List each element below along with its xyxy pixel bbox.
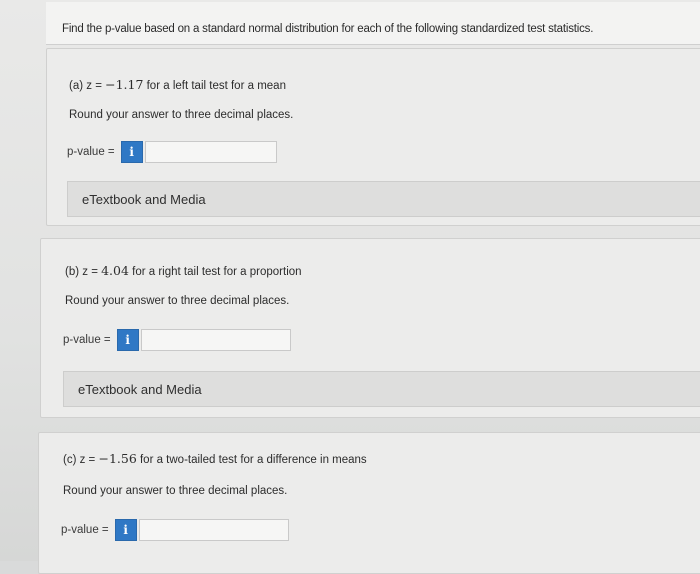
part-b-etextbook-media[interactable]: eTextbook and Media bbox=[63, 371, 700, 407]
page: Find the p-value based on a standard nor… bbox=[0, 0, 700, 574]
part-a-card: (a) z = −1.17 for a left tail test for a… bbox=[46, 48, 700, 226]
part-c-pvalue-input[interactable] bbox=[138, 519, 289, 541]
part-a-pvalue-label: p-value = bbox=[67, 146, 115, 158]
part-c-round-instruction: Round your answer to three decimal place… bbox=[63, 485, 288, 497]
part-a-pvalue-input[interactable] bbox=[144, 141, 277, 163]
part-c-question: (c) z = −1.56 for a two-tailed test for … bbox=[63, 451, 367, 466]
question-intro: Find the p-value based on a standard nor… bbox=[62, 23, 594, 35]
part-b-media-label: eTextbook and Media bbox=[78, 381, 202, 397]
part-a-pvalue-row: p-value = i bbox=[67, 141, 277, 163]
part-c-description: for a two-tailed test for a difference i… bbox=[136, 454, 367, 466]
part-c-prefix: (c) z = bbox=[63, 454, 99, 466]
part-b-pvalue-input[interactable] bbox=[140, 329, 291, 351]
part-b-round-instruction: Round your answer to three decimal place… bbox=[65, 295, 290, 307]
part-a-round-instruction: Round your answer to three decimal place… bbox=[69, 109, 294, 121]
part-c-card: (c) z = −1.56 for a two-tailed test for … bbox=[38, 432, 700, 574]
part-b-description: for a right tail test for a proportion bbox=[128, 266, 302, 278]
part-b-question: (b) z = 4.04 for a right tail test for a… bbox=[65, 263, 302, 278]
part-a-prefix: (a) z = bbox=[69, 80, 106, 92]
part-c-pvalue-label: p-value = bbox=[61, 524, 109, 536]
part-b-z-value: 4.04 bbox=[101, 263, 129, 278]
part-c-pvalue-row: p-value = i bbox=[61, 519, 289, 541]
part-a-media-label: eTextbook and Media bbox=[82, 191, 206, 207]
part-b-prefix: (b) z = bbox=[65, 266, 102, 278]
part-a-z-value: −1.17 bbox=[105, 77, 144, 92]
part-b-card: (b) z = 4.04 for a right tail test for a… bbox=[40, 238, 700, 418]
info-icon[interactable]: i bbox=[114, 519, 137, 541]
part-a-etextbook-media[interactable]: eTextbook and Media bbox=[67, 181, 700, 217]
part-b-pvalue-label: p-value = bbox=[63, 334, 111, 346]
part-a-question: (a) z = −1.17 for a left tail test for a… bbox=[69, 77, 286, 92]
question-header: Find the p-value based on a standard nor… bbox=[46, 2, 700, 45]
info-icon[interactable]: i bbox=[120, 141, 143, 163]
part-b-pvalue-row: p-value = i bbox=[63, 329, 291, 351]
part-c-z-value: −1.56 bbox=[98, 451, 137, 466]
info-icon[interactable]: i bbox=[116, 329, 139, 351]
part-a-description: for a left tail test for a mean bbox=[143, 80, 286, 92]
